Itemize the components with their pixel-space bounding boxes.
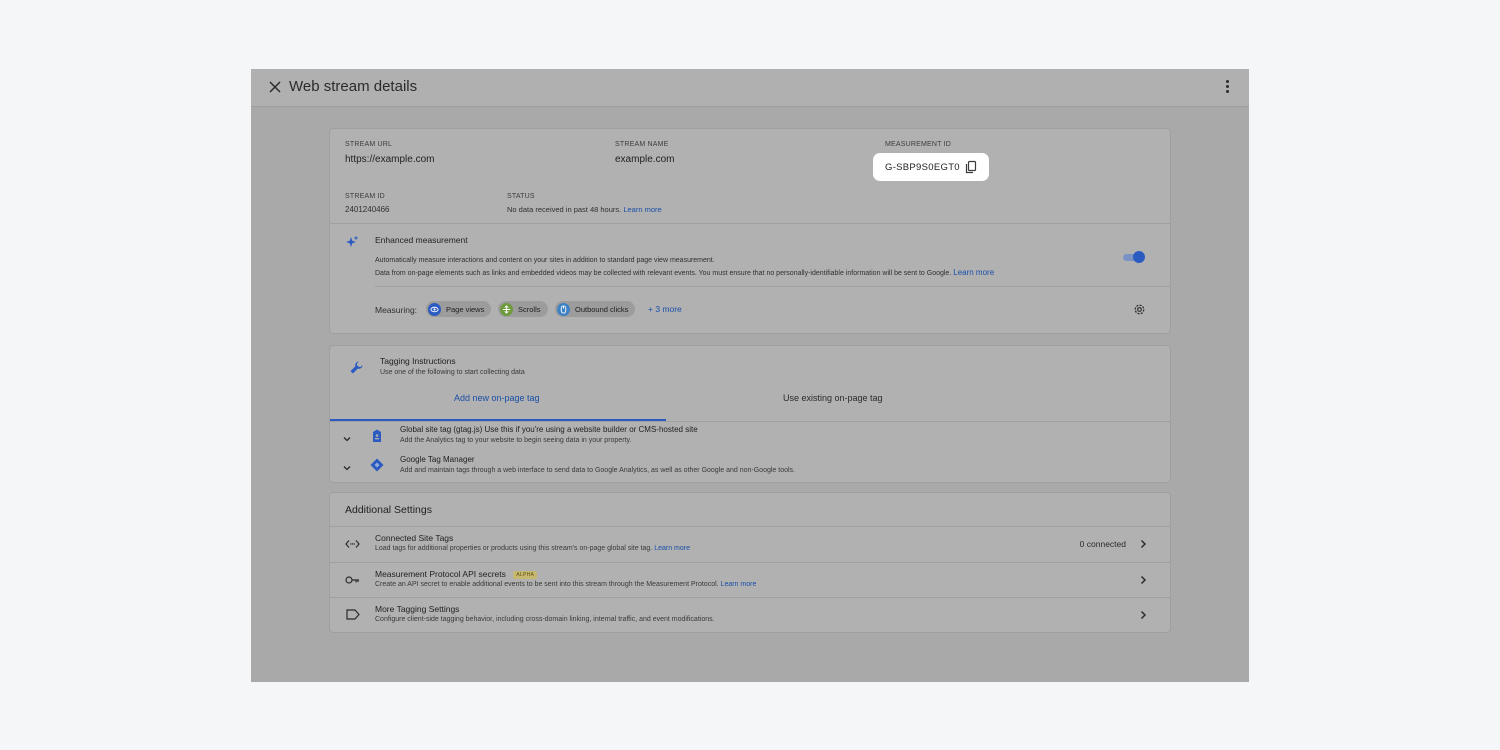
tab-use-existing-tag[interactable]: Use existing on-page tag [783, 393, 883, 403]
gtm-desc: Add and maintain tags through a web inte… [400, 467, 795, 474]
connected-learn-more-link[interactable]: Learn more [654, 545, 690, 552]
status-label: STATUS [507, 193, 535, 200]
label-icon [346, 609, 360, 620]
measurement-id-value: G-SBP9S0EGT0 [885, 162, 960, 173]
enhanced-learn-more-link[interactable]: Learn more [953, 268, 994, 277]
code-icon [345, 540, 360, 548]
stream-details-card: STREAM URL https://example.com STREAM NA… [329, 128, 1171, 334]
measurement-id-box: G-SBP9S0EGT0 [873, 153, 989, 181]
more-vert-icon[interactable] [1221, 80, 1233, 96]
chip-page-views[interactable]: Page views [426, 301, 492, 317]
connected-site-tags-desc: Load tags for additional properties or p… [375, 545, 690, 552]
chip-label: Scrolls [518, 304, 541, 314]
gear-icon[interactable] [1133, 303, 1146, 316]
measurement-id-label: MEASUREMENT ID [885, 141, 952, 148]
eye-icon [428, 302, 441, 316]
mp-title-text: Measurement Protocol API secrets [375, 569, 506, 579]
connected-count: 0 connected [1079, 539, 1126, 549]
enhanced-desc-text: Data from on-page elements such as links… [375, 270, 952, 277]
copy-icon[interactable] [964, 160, 978, 174]
stream-name-label: STREAM NAME [615, 141, 669, 148]
tagging-title: Tagging Instructions [380, 356, 456, 366]
tag-icon [373, 429, 381, 442]
more-tagging-settings-title: More Tagging Settings [375, 604, 460, 614]
page-title: Web stream details [289, 78, 418, 95]
connected-site-tags-title: Connected Site Tags [375, 533, 454, 543]
divider [375, 286, 1170, 287]
stream-name-value: example.com [615, 154, 675, 165]
chip-label: Outbound clicks [575, 304, 629, 314]
mp-learn-more-link[interactable]: Learn more [721, 581, 757, 588]
additional-settings-card: Additional Settings Connected Site Tags … [329, 492, 1171, 633]
divider [330, 421, 1170, 422]
tab-add-new-tag[interactable]: Add new on-page tag [454, 393, 540, 403]
gtag-desc: Add the Analytics tag to your website to… [400, 437, 632, 444]
measuring-label: Measuring: [375, 305, 418, 315]
stream-url-label: STREAM URL [345, 141, 393, 148]
enhanced-desc-1: Automatically measure interactions and c… [375, 257, 715, 264]
measurement-protocol-row[interactable]: Measurement Protocol API secrets ALPHA C… [330, 563, 1170, 598]
scroll-icon [500, 302, 513, 316]
gtm-title: Google Tag Manager [400, 455, 475, 464]
chevron-right-icon [1140, 610, 1147, 620]
mouse-icon [557, 302, 570, 316]
enhanced-desc-2: Data from on-page elements such as links… [375, 268, 994, 277]
connected-desc-text: Load tags for additional properties or p… [375, 545, 653, 552]
sparkle-icon [346, 235, 359, 247]
connected-site-tags-row[interactable]: Connected Site Tags Load tags for additi… [330, 527, 1170, 562]
chip-label: Page views [446, 304, 485, 314]
chevron-down-icon[interactable] [342, 434, 352, 444]
mp-desc-text: Create an API secret to enable additiona… [375, 581, 719, 588]
wrench-icon [350, 361, 363, 374]
alpha-badge: ALPHA [513, 571, 538, 579]
status-learn-more-link[interactable]: Learn more [623, 205, 661, 214]
stream-url-value: https://example.com [345, 154, 435, 165]
top-bar: Web stream details [251, 69, 1249, 107]
chevron-right-icon [1140, 539, 1147, 549]
close-icon[interactable] [267, 79, 283, 95]
more-measurements-link[interactable]: + 3 more [648, 304, 682, 314]
tagging-card: Tagging Instructions Use one of the foll… [329, 345, 1171, 483]
status-value: No data received in past 48 hours. Learn… [507, 205, 662, 214]
stream-id-value: 2401240466 [345, 205, 390, 214]
key-icon [345, 576, 359, 584]
measurement-protocol-desc: Create an API secret to enable additiona… [375, 581, 756, 588]
gtag-title: Global site tag (gtag.js) Use this if yo… [400, 425, 698, 434]
chevron-down-icon[interactable] [342, 463, 352, 473]
tag-manager-icon [370, 458, 384, 472]
chip-scrolls[interactable]: Scrolls [498, 301, 548, 317]
tagging-subtitle: Use one of the following to start collec… [380, 369, 525, 376]
additional-settings-title: Additional Settings [345, 504, 432, 516]
divider [330, 223, 1170, 224]
measurement-protocol-title: Measurement Protocol API secrets ALPHA [375, 569, 538, 579]
status-text: No data received in past 48 hours. [507, 205, 622, 214]
chevron-right-icon [1140, 575, 1147, 585]
toggle-knob [1133, 251, 1145, 263]
more-tagging-settings-row[interactable]: More Tagging Settings Configure client-s… [330, 598, 1170, 633]
stream-details-window: Web stream details STREAM URL https://ex… [251, 69, 1249, 682]
chip-outbound-clicks[interactable]: Outbound clicks [555, 301, 636, 317]
enhanced-measurement-toggle[interactable] [1123, 251, 1145, 263]
more-tagging-settings-desc: Configure client-side tagging behavior, … [375, 616, 715, 623]
stream-id-label: STREAM ID [345, 193, 385, 200]
enhanced-title: Enhanced measurement [375, 235, 468, 245]
